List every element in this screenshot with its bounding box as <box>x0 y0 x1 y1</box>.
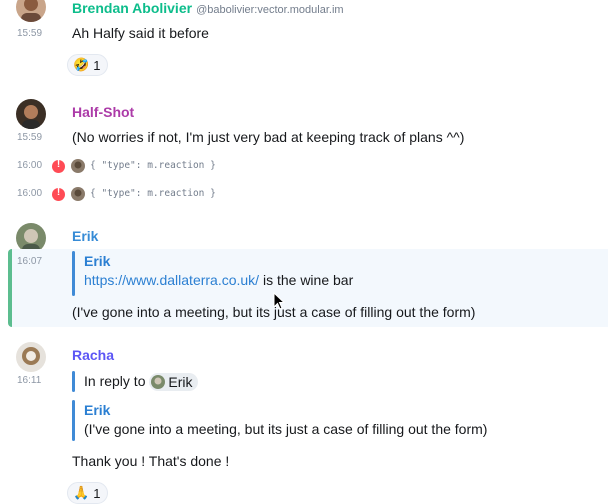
quote-text: is the wine bar <box>259 272 354 288</box>
in-reply-to[interactable]: In reply to Erik <box>84 372 198 392</box>
warning-icon[interactable] <box>52 159 65 173</box>
sender-name[interactable]: Racha <box>72 346 114 364</box>
timestamp[interactable]: 16:00 <box>17 160 42 172</box>
hidden-event: { "type": m.reaction } <box>90 188 216 199</box>
reaction-emoji: 🤣 <box>73 57 90 72</box>
timestamp[interactable]: 16:07 <box>17 256 42 268</box>
warning-icon[interactable] <box>52 187 65 201</box>
timestamp[interactable]: 15:59 <box>17 132 42 144</box>
mouse-cursor-icon <box>273 291 286 315</box>
reaction-count: 1 <box>93 57 101 73</box>
timestamp[interactable]: 16:11 <box>17 375 41 387</box>
quote-link[interactable]: https://www.dallaterra.co.uk/ <box>84 272 259 288</box>
reaction-emoji: 🙏 <box>73 485 90 500</box>
quote-bar <box>72 371 75 392</box>
user-pill-name: Erik <box>168 374 193 391</box>
reaction-button[interactable]: 🤣 1 <box>67 54 109 76</box>
quote-sender[interactable]: Erik <box>84 252 110 270</box>
avatar[interactable] <box>16 342 46 372</box>
quote-body: https://www.dallaterra.co.uk/ is the win… <box>84 271 353 289</box>
quote-bar <box>72 400 75 441</box>
message-body: Thank you ! That's done ! <box>72 453 230 469</box>
avatar[interactable] <box>71 159 85 173</box>
avatar <box>151 375 166 390</box>
timestamp[interactable]: 15:59 <box>17 28 42 40</box>
in-reply-to-label: In reply to <box>84 373 146 389</box>
sender-display-name[interactable]: Brendan Abolivier <box>72 0 192 16</box>
quote-bar <box>72 251 75 296</box>
sender-name[interactable]: Erik <box>72 227 98 245</box>
sender-mxid: @babolivier:vector.modular.im <box>196 4 344 16</box>
sender-name[interactable]: Half-Shot <box>72 103 134 121</box>
message-body: (No worries if not, I'm just very bad at… <box>72 129 465 145</box>
reaction-count: 1 <box>93 485 101 501</box>
timestamp[interactable]: 16:00 <box>17 188 42 200</box>
quote-body: (I've gone into a meeting, but its just … <box>84 421 488 437</box>
message-body: Ah Halfy said it before <box>72 25 209 41</box>
sender-name[interactable]: Brendan Abolivier @babolivier:vector.modu… <box>72 0 344 19</box>
avatar[interactable] <box>16 0 46 22</box>
avatar[interactable] <box>16 99 46 129</box>
hidden-event: { "type": m.reaction } <box>90 160 216 171</box>
reaction-button[interactable]: 🙏 1 <box>67 482 109 504</box>
quote-sender[interactable]: Erik <box>84 401 110 419</box>
user-pill[interactable]: Erik <box>149 373 198 392</box>
avatar[interactable] <box>71 187 85 201</box>
